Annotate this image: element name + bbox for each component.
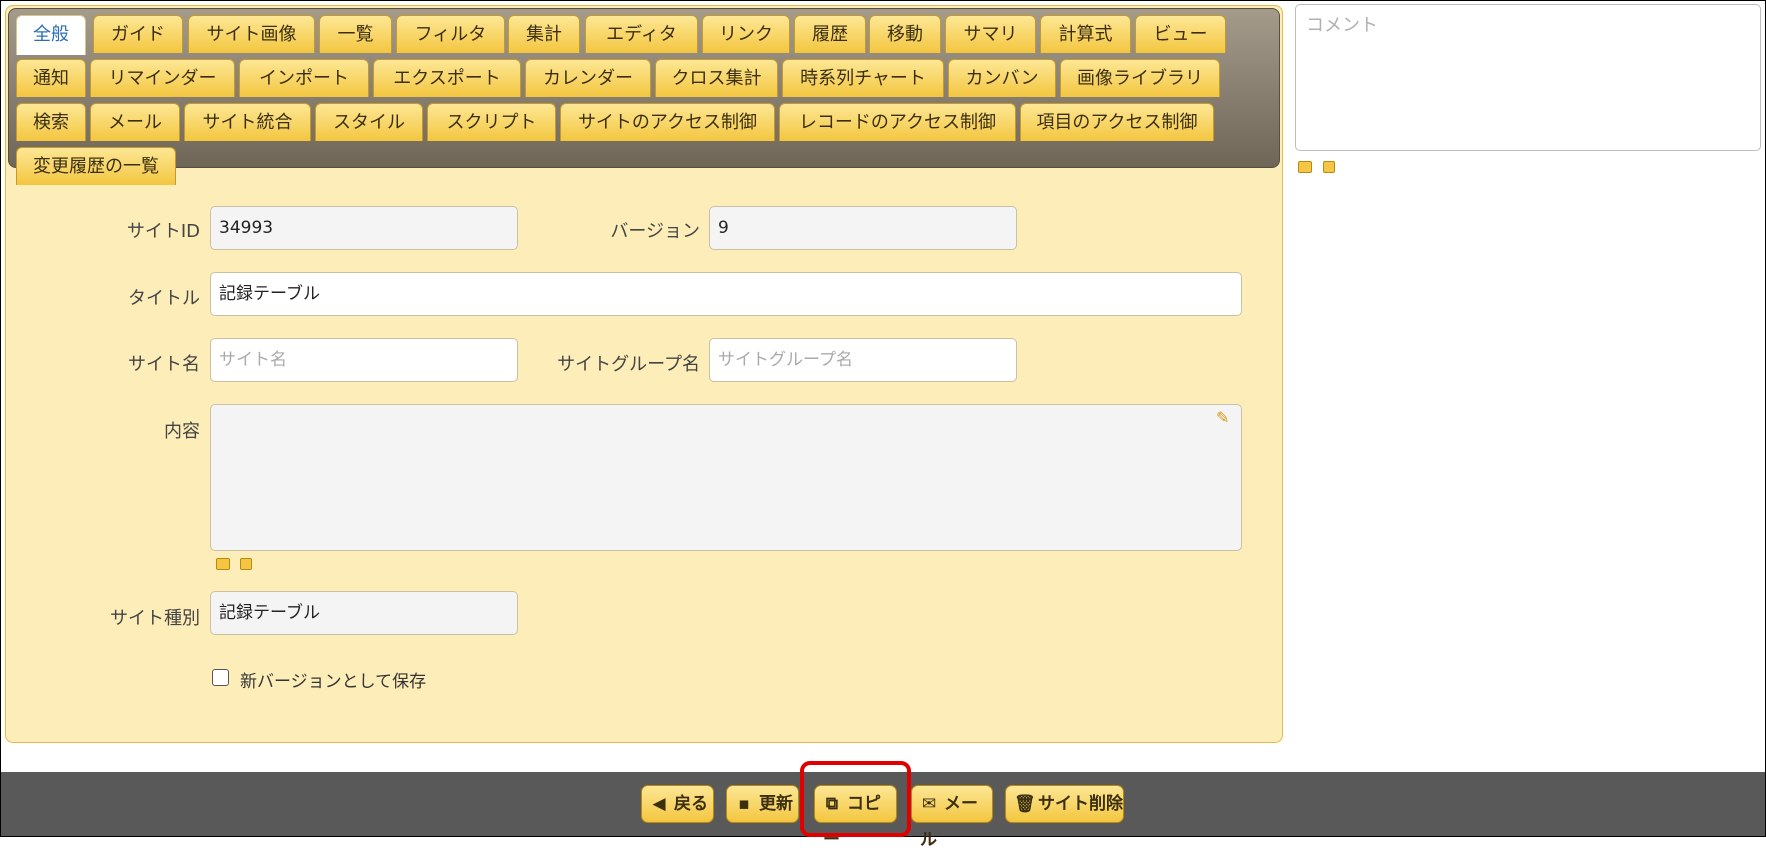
site-name-label: サイト名 xyxy=(128,354,200,375)
tab-timeseries[interactable]: 時系列チャート xyxy=(782,59,944,97)
tab-filter[interactable]: フィルタ xyxy=(396,15,505,53)
site-id-field: 34993 xyxy=(210,206,518,250)
image-icon[interactable] xyxy=(216,558,230,570)
site-type-label: サイト種別 xyxy=(110,608,200,629)
tab-site-image[interactable]: サイト画像 xyxy=(188,15,315,53)
comment-placeholder: コメント xyxy=(1306,15,1378,36)
tab-export[interactable]: エクスポート xyxy=(373,59,521,97)
trash-icon: 🗑 xyxy=(1014,794,1036,814)
site-name-input[interactable]: サイト名 xyxy=(210,338,518,382)
site-group-placeholder: サイトグループ名 xyxy=(718,350,853,370)
tab-search[interactable]: 検索 xyxy=(16,103,86,141)
comment-image-icon[interactable] xyxy=(1298,161,1312,173)
tab-list[interactable]: 一覧 xyxy=(319,15,392,53)
title-label: タイトル xyxy=(128,288,200,309)
tab-record-access[interactable]: レコードのアクセス制御 xyxy=(779,103,1016,141)
tab-general[interactable]: 全般 xyxy=(16,15,86,55)
tab-reminder[interactable]: リマインダー xyxy=(90,59,235,97)
back-label: 戻る xyxy=(674,794,708,814)
site-id-label: サイトID xyxy=(126,221,200,242)
attachment-icon[interactable] xyxy=(240,558,252,570)
site-group-label: サイトグループ名 xyxy=(557,354,700,375)
tab-mail[interactable]: メール xyxy=(90,103,180,141)
content-textarea[interactable] xyxy=(210,404,1242,551)
new-version-label: 新バージョンとして保存 xyxy=(240,672,427,692)
copy-button-highlight xyxy=(800,761,911,837)
mail-button[interactable]: ✉ メール xyxy=(911,785,993,850)
version-field: 9 xyxy=(709,206,1017,250)
content-label: 内容 xyxy=(164,421,200,442)
back-arrow-icon: ◀ xyxy=(652,794,666,814)
title-input[interactable]: 記録テーブル xyxy=(210,272,1242,316)
tab-column-access[interactable]: 項目のアクセス制御 xyxy=(1020,103,1214,141)
tab-calendar[interactable]: カレンダー xyxy=(525,59,651,97)
edit-pencil-icon[interactable]: ✎ xyxy=(1216,408,1229,427)
tab-formula[interactable]: 計算式 xyxy=(1040,15,1131,53)
tab-aggregation[interactable]: 集計 xyxy=(508,15,580,53)
tab-kanban[interactable]: カンバン xyxy=(948,59,1056,97)
back-button[interactable]: ◀ 戻る xyxy=(641,785,714,823)
tab-style[interactable]: スタイル xyxy=(315,103,423,141)
site-name-placeholder: サイト名 xyxy=(219,350,287,370)
tab-notification[interactable]: 通知 xyxy=(16,59,86,97)
tab-image-library[interactable]: 画像ライブラリ xyxy=(1060,59,1220,97)
site-type-field: 記録テーブル xyxy=(210,591,518,635)
comment-attachment-icon[interactable] xyxy=(1323,161,1335,173)
delete-site-button[interactable]: 🗑 サイト削除 xyxy=(1005,785,1124,823)
tab-script[interactable]: スクリプト xyxy=(427,103,556,141)
tab-summary[interactable]: サマリ xyxy=(945,15,1036,53)
tab-move[interactable]: 移動 xyxy=(869,15,941,53)
tab-editor[interactable]: エディタ xyxy=(585,15,698,53)
tab-history[interactable]: 履歴 xyxy=(794,15,866,53)
tab-import[interactable]: インポート xyxy=(239,59,369,97)
tab-crosstab[interactable]: クロス集計 xyxy=(655,59,778,97)
mail-icon: ✉ xyxy=(921,794,937,814)
tab-view[interactable]: ビュー xyxy=(1135,15,1226,53)
update-button[interactable]: ▪ 更新 xyxy=(726,785,799,823)
tab-site-access[interactable]: サイトのアクセス制御 xyxy=(560,103,775,141)
version-label: バージョン xyxy=(610,221,700,242)
tab-change-history[interactable]: 変更履歴の一覧 xyxy=(16,147,176,185)
new-version-checkbox[interactable] xyxy=(212,669,229,686)
tab-link[interactable]: リンク xyxy=(702,15,790,53)
site-group-input[interactable]: サイトグループ名 xyxy=(709,338,1017,382)
save-icon: ▪ xyxy=(738,794,750,814)
tab-site-integration[interactable]: サイト統合 xyxy=(184,103,311,141)
tab-guide[interactable]: ガイド xyxy=(93,15,183,53)
delete-label: サイト削除 xyxy=(1038,794,1123,814)
comment-textarea[interactable]: コメント xyxy=(1295,4,1761,151)
update-label: 更新 xyxy=(759,794,793,814)
